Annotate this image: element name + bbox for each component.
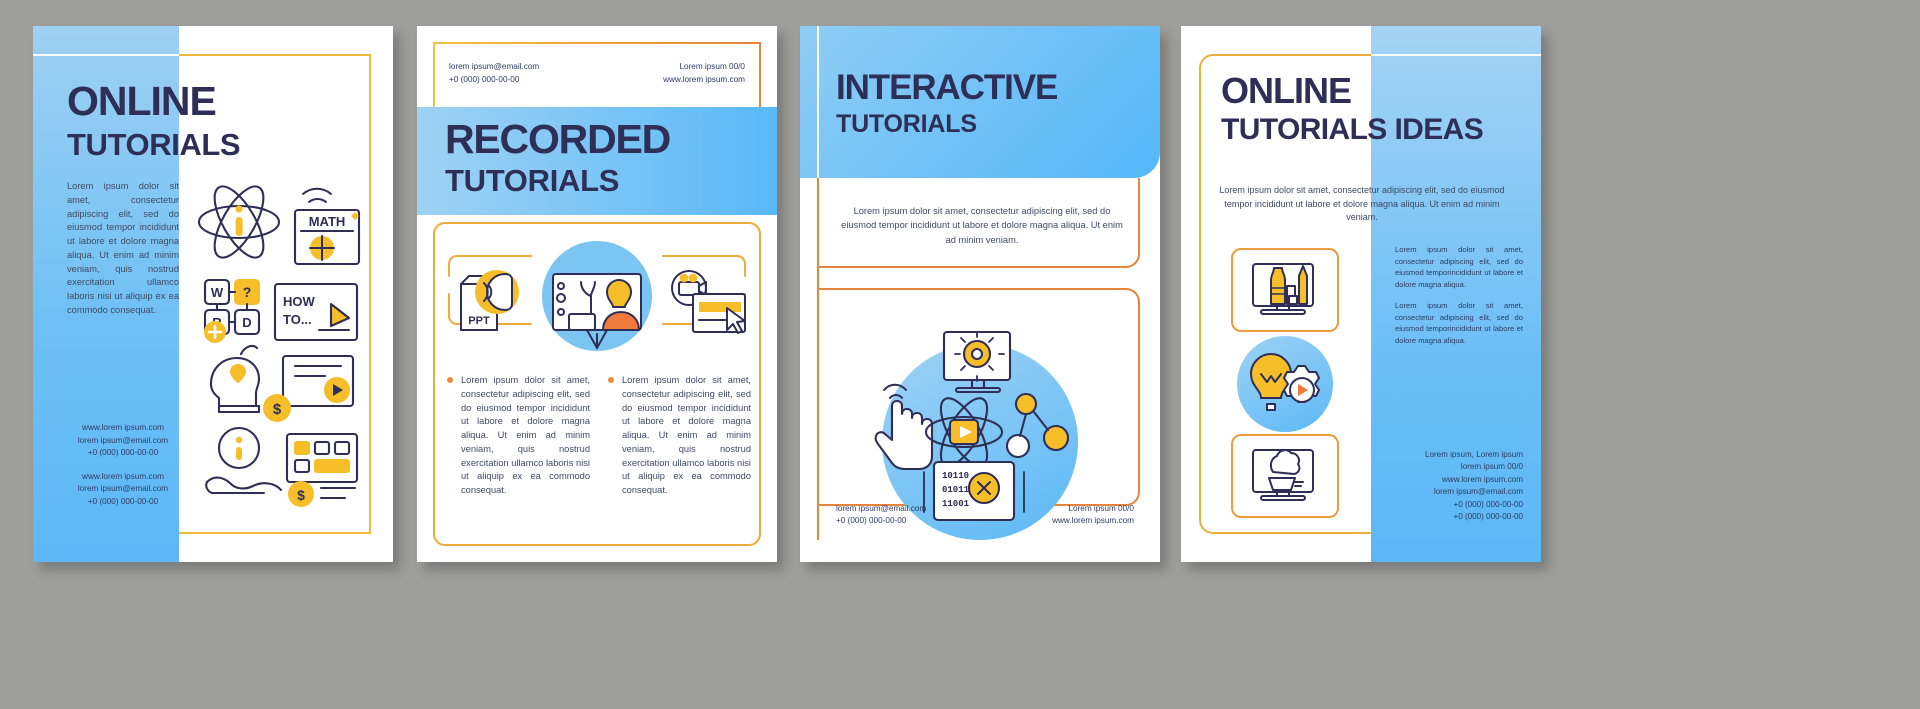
svg-text:MATH: MATH	[309, 214, 346, 229]
panel3-footer-left: lorem ipsum@email.com +0 (000) 000-00-00	[836, 503, 926, 528]
panel2-title-line2: TUTORIALS	[445, 163, 620, 198]
panel2-header-email[interactable]: lorem ipsum@email.com	[449, 60, 539, 73]
atom-info-icon	[197, 185, 281, 259]
panel2-header-ref: Lorem ipsum 00/0	[679, 62, 745, 71]
panel4-side-text: Lorem ipsum dolor sit amet, consectetur …	[1395, 244, 1523, 346]
svg-text:10110: 10110	[942, 471, 969, 481]
panel4-footer-line2: lorem ipsum 00/0	[1460, 462, 1523, 472]
mind-heart-icon	[209, 344, 261, 414]
panel1-title: ONLINE TUTORIALS	[67, 78, 357, 163]
panel1-contact-b-website[interactable]: www.lorem ipsum.com	[67, 471, 179, 483]
brochure-panel-2[interactable]: lorem ipsum@email.com +0 (000) 000-00-00…	[417, 26, 777, 562]
panel4-side-paragraph-1: Lorem ipsum dolor sit amet, consectetur …	[1395, 245, 1523, 289]
panel1-contact-b-phone[interactable]: +0 (000) 000-00-00	[67, 496, 179, 508]
brochure-preview-canvas: ONLINE TUTORIALS Lorem ipsum dolor sit a…	[0, 0, 1920, 709]
panel2-header-right: Lorem ipsum 00/0 www.lorem ipsum.com	[663, 60, 745, 86]
panel3-title-line1: INTERACTIVE	[836, 68, 1058, 107]
panel3-footer: lorem ipsum@email.com +0 (000) 000-00-00…	[836, 503, 1134, 528]
panel1-yellow-rule-top	[179, 54, 371, 56]
panel4-footer-phone-1[interactable]: +0 (000) 000-00-00	[1383, 499, 1523, 512]
panel4-title: ONLINE TUTORIALS IDEAS	[1221, 70, 1541, 147]
panel4-title-line2: TUTORIALS IDEAS	[1221, 113, 1484, 146]
brochure-panel-4[interactable]: ONLINE TUTORIALS IDEAS Lorem ipsum dolor…	[1181, 26, 1541, 562]
panel4-footer-phone-2[interactable]: +0 (000) 000-00-00	[1383, 511, 1523, 524]
panel1-contact-gap	[67, 459, 179, 471]
lightbulb-gear-play-icon	[1250, 353, 1320, 411]
word-quiz-icon: W ? R D	[203, 278, 261, 343]
panel3-title: INTERACTIVE TUTORIALS	[836, 68, 1136, 139]
settings-monitor-icon	[942, 330, 1012, 394]
panel2-header-website[interactable]: www.lorem ipsum.com	[663, 73, 745, 86]
panel1-contact-a-phone[interactable]: +0 (000) 000-00-00	[67, 447, 179, 459]
panel3-footer-email[interactable]: lorem ipsum@email.com	[836, 503, 926, 516]
panel1-title-line1: ONLINE	[67, 78, 217, 124]
ppt-voice-icon: PPT	[460, 270, 519, 331]
panel2-header-meta: lorem ipsum@email.com +0 (000) 000-00-00…	[449, 60, 745, 86]
panel4-title-line1: ONLINE	[1221, 70, 1352, 111]
panel3-footer-phone[interactable]: +0 (000) 000-00-00	[836, 515, 926, 528]
how-to-icon: HOW TO...	[273, 282, 359, 342]
panel2-header-phone[interactable]: +0 (000) 000-00-00	[449, 73, 539, 86]
panel1-yellow-rule-bottom	[179, 532, 371, 534]
video-play-money-icon: $	[263, 354, 355, 422]
panel1-contact-block: www.lorem ipsum.com lorem ipsum@email.co…	[67, 422, 179, 508]
panel2-column-1: Lorem ipsum dolor sit amet, consectetur …	[447, 374, 590, 498]
math-board-icon: MATH	[293, 187, 361, 266]
panel3-description: Lorem ipsum dolor sit amet, consectetur …	[841, 206, 1123, 245]
panel4-side-paragraph-2: Lorem ipsum dolor sit amet, consectetur …	[1395, 301, 1523, 345]
svg-text:$: $	[273, 401, 282, 418]
svg-text:PPT: PPT	[468, 315, 490, 327]
panel1-blurb: Lorem ipsum dolor sit amet, consectetur …	[67, 181, 179, 315]
panel1-title-line2: TUTORIALS	[67, 127, 241, 162]
art-supplies-monitor-icon	[1252, 263, 1314, 315]
panel2-title: RECORDED TUTORIALS	[445, 116, 755, 199]
panel2-illustration-row: PPT	[441, 234, 753, 354]
bullet-dot-icon	[447, 377, 453, 383]
panel4-footer-email[interactable]: lorem ipsum@email.com	[1383, 486, 1523, 499]
panel4-footer-website[interactable]: www.lorem ipsum.com	[1383, 474, 1523, 487]
panel1-contact-a-website[interactable]: www.lorem ipsum.com	[67, 422, 179, 434]
panel1-contact-b-email[interactable]: lorem ipsum@email.com	[67, 483, 179, 495]
panel4-illustration-column	[1227, 248, 1343, 518]
svg-text:HOW: HOW	[283, 294, 316, 309]
panel1-illustration-grid: MATH W ? R D	[191, 176, 381, 516]
cooking-monitor-icon	[1252, 449, 1314, 501]
panel1-contact-a-email[interactable]: lorem ipsum@email.com	[67, 435, 179, 447]
panel2-column-2: Lorem ipsum dolor sit amet, consectetur …	[608, 374, 751, 498]
panel3-footer-website[interactable]: www.lorem ipsum.com	[1052, 515, 1134, 528]
panel4-footer: Lorem ipsum, Lorem ipsum lorem ipsum 00/…	[1383, 449, 1523, 524]
network-nodes-icon	[1005, 392, 1070, 459]
panel3-footer-ref: Lorem ipsum 00/0	[1068, 503, 1134, 513]
panel3-white-rule	[817, 26, 819, 178]
bullet-dot-icon	[608, 377, 614, 383]
svg-text:01011: 01011	[942, 485, 970, 495]
panel2-title-line1: RECORDED	[445, 116, 671, 162]
info-hand-icon	[205, 426, 283, 495]
panel2-column-1-text: Lorem ipsum dolor sit amet, consectetur …	[461, 375, 590, 495]
video-lesson-icon	[542, 241, 652, 351]
panel1-white-rule	[33, 54, 179, 56]
panel4-description: Lorem ipsum dolor sit amet, consectetur …	[1219, 185, 1505, 222]
svg-text:TO...: TO...	[283, 312, 312, 327]
panel2-text-columns: Lorem ipsum dolor sit amet, consectetur …	[447, 374, 751, 498]
dollar-keyboard-icon: $	[285, 432, 359, 507]
atom-play-icon	[924, 397, 1004, 467]
tap-hand-icon	[874, 383, 934, 471]
brochure-panel-1[interactable]: ONLINE TUTORIALS Lorem ipsum dolor sit a…	[33, 26, 393, 562]
panel2-header-left: lorem ipsum@email.com +0 (000) 000-00-00	[449, 60, 539, 86]
panel3-footer-right: Lorem ipsum 00/0 www.lorem ipsum.com	[1052, 503, 1134, 528]
panel4-white-rule	[1371, 54, 1541, 56]
svg-text:W: W	[211, 285, 224, 300]
panel3-title-line2: TUTORIALS	[836, 110, 977, 138]
panel4-footer-line1: Lorem ipsum, Lorem ipsum	[1424, 449, 1523, 459]
panel2-column-2-text: Lorem ipsum dolor sit amet, consectetur …	[622, 375, 751, 495]
svg-text:$: $	[297, 487, 305, 503]
svg-text:?: ?	[243, 284, 252, 300]
svg-text:D: D	[242, 315, 251, 330]
brochure-panel-3[interactable]: INTERACTIVE TUTORIALS Lorem ipsum dolor …	[800, 26, 1160, 562]
